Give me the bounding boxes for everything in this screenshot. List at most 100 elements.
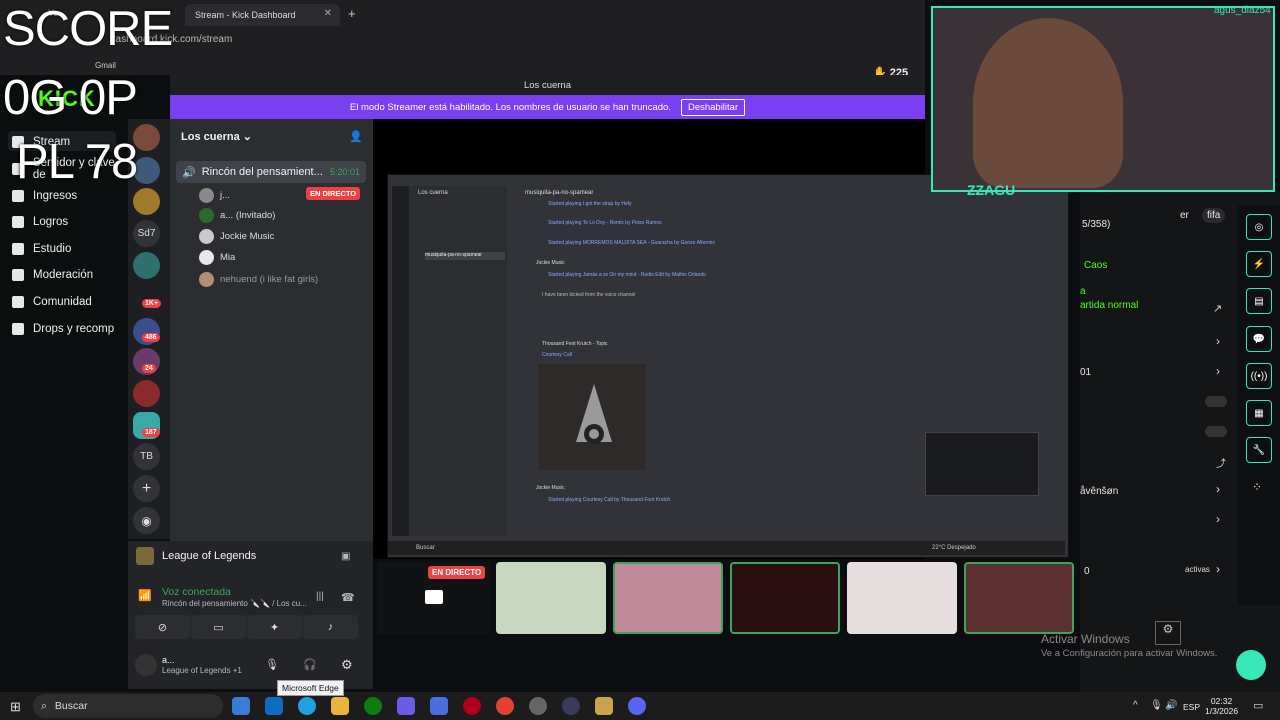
settings-gear-icon[interactable]: ⚙ [341,657,353,673]
user-name: nehuend (i like fat girls) [220,273,319,285]
chat-bubble-button[interactable] [1236,650,1266,680]
store-icon[interactable] [430,697,448,715]
popout-icon[interactable]: ↗ [1213,302,1222,315]
server-tb[interactable]: TB [133,443,160,470]
edge-icon[interactable] [298,697,316,715]
clock-time: 02:32 [1210,696,1233,706]
server-icon[interactable] [133,252,160,279]
chevron-right-icon[interactable]: › [1216,334,1220,348]
noise-suppression-icon[interactable]: ||| [316,591,324,602]
voice-connected-label[interactable]: Voz conectada [162,586,231,598]
tag-chip[interactable]: er [1180,210,1189,221]
steam-icon[interactable] [529,697,547,715]
shared-guild-name: Los cuerna [418,190,448,196]
palette-icon[interactable]: ⁘ [1252,480,1262,494]
outlook-icon[interactable] [265,697,283,715]
voice-user[interactable]: Jockie Music [199,227,274,245]
wrench-icon[interactable]: 🔧 [1246,437,1272,463]
participant-tile[interactable] [964,562,1074,634]
live-badge: EN DIRECTO [428,566,486,579]
obs-icon[interactable] [562,697,580,715]
tray-chevron-icon[interactable]: ^ [1133,700,1138,711]
unread-badge: 187 [142,428,160,437]
voice-user[interactable]: Mia [199,248,235,266]
document-icon[interactable]: ▤ [1246,288,1272,314]
nav-community[interactable]: Comunidad [12,292,130,312]
add-member-icon[interactable]: 👤 [349,130,363,143]
nav-income[interactable]: Ingresos [12,186,130,206]
participant-tile[interactable] [847,562,957,634]
windows-start-icon[interactable]: ⊞ [10,699,21,715]
participant-tile[interactable] [613,562,723,634]
toggle-switch[interactable] [1205,426,1227,437]
chevron-right-icon[interactable]: › [1216,482,1220,496]
notification-icon[interactable]: ▭ [1253,699,1263,712]
voice-user[interactable]: a... (Invitado) [199,206,275,224]
taskbar-clock[interactable]: 02:32 1/3/2026 [1205,696,1238,716]
game-overlay-icon[interactable]: ▣ [341,551,350,562]
voice-channel[interactable]: 🔊 Rincón del pensamient... 5:20:01 [176,161,366,183]
discord-icon[interactable] [628,697,646,715]
trend-icon[interactable]: ⤴ [1216,455,1226,470]
tag-chip[interactable]: fifa [1202,208,1226,223]
guild-header[interactable]: Los cuerna ⌄ [181,130,252,143]
settings-gear-icon[interactable]: ⚙ [1155,621,1181,645]
camera-icon[interactable]: ◎ [1246,214,1272,240]
my-status: League of Legends +1 [162,666,242,675]
headphones-icon[interactable]: 🎧 [303,658,317,671]
server-icon[interactable] [133,380,160,407]
copilot-icon[interactable] [232,697,250,715]
event-text: åvênšøn [1080,486,1119,497]
activity-row[interactable]: League of Legends [136,547,256,565]
event-text: 0 [1084,566,1090,577]
participant-tile[interactable] [730,562,840,634]
microphone-icon[interactable]: 🎙 [265,658,279,671]
file-explorer-icon[interactable] [331,697,349,715]
chevron-right-icon[interactable]: › [1216,562,1220,576]
avatar[interactable] [135,654,157,676]
activities-button[interactable]: ✦ [247,615,302,639]
chrome-icon[interactable] [496,697,514,715]
shared-server-rail [392,186,409,536]
close-icon[interactable]: ✕ [324,8,332,19]
participant-tile[interactable] [496,562,606,634]
microphone-icon[interactable]: 🎙 [1150,700,1163,711]
share-screen-button[interactable]: ▭ [191,615,246,639]
layers-icon[interactable]: ▦ [1246,400,1272,426]
voice-user[interactable]: j... [199,186,230,204]
server-icon[interactable] [133,188,160,215]
voice-user[interactable]: nehuend (i like fat girls) [199,270,318,288]
broadcast-icon[interactable]: ((•)) [1246,363,1272,389]
disable-streamer-mode-button[interactable]: Deshabilitar [680,98,746,116]
app-icon[interactable] [397,697,415,715]
bookmark-gmail[interactable]: Gmail [95,61,116,70]
add-server-icon[interactable]: + [133,475,160,502]
toggle-switch[interactable] [1205,396,1227,407]
nav-moderation[interactable]: Moderación [12,265,130,285]
nav-achievements[interactable]: Logros [12,212,130,232]
taskbar-search[interactable]: ⌕ Buscar [33,694,223,718]
nav-studio[interactable]: Estudio [12,239,130,259]
app-icon[interactable] [463,697,481,715]
chevron-right-icon[interactable]: › [1216,364,1220,378]
nav-drops[interactable]: Drops y recomp [12,319,130,339]
server-sd7[interactable]: Sd7 [133,220,160,247]
language-indicator[interactable]: ESP [1183,702,1200,712]
screen-share-icon [425,590,443,604]
signal-icon: 📶 [138,590,152,602]
camera-off-button[interactable]: ⊘ [135,615,190,639]
disconnect-icon[interactable]: ☎ [341,591,355,604]
xbox-icon[interactable] [364,697,382,715]
score-overlay-games: 0G 0P [3,71,138,125]
trophy-icon [12,216,24,228]
tab-kick-dashboard[interactable]: Stream - Kick Dashboard ✕ [185,4,340,26]
league-icon[interactable] [595,697,613,715]
soundboard-button[interactable]: ♪ [303,615,358,639]
explore-icon[interactable]: ◉ [133,507,160,534]
chevron-right-icon[interactable]: › [1216,512,1220,526]
chat-icon[interactable]: 💬 [1246,326,1272,352]
volume-icon[interactable]: 🔊 [1165,700,1177,711]
my-username: a... [162,655,175,665]
lightning-icon[interactable]: ⚡ [1246,251,1272,277]
new-tab-icon[interactable]: + [348,6,356,21]
